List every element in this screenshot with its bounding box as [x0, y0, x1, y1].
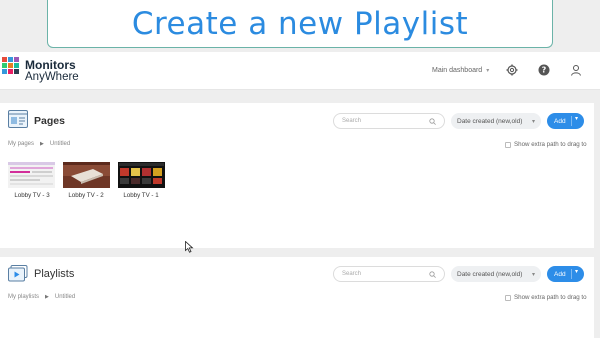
breadcrumb-arrow-icon: ▶ [45, 294, 49, 300]
page-thumbnail-lobby-tv-3[interactable] [8, 162, 55, 188]
pages-add-button[interactable]: Add ▾ [547, 113, 584, 129]
banner-title: Create a new Playlist [131, 5, 469, 42]
pages-title: Pages [34, 115, 65, 127]
page-label-lobby-tv-3: Lobby TV - 3 [14, 192, 50, 199]
page-label-lobby-tv-1: Lobby TV - 1 [123, 192, 159, 199]
playlists-sort-select[interactable]: Date created (new,old) ▾ [451, 266, 541, 282]
pages-icon [8, 110, 28, 128]
extra-path-label: Show extra path to drag to [514, 141, 587, 148]
dashboard-menu-label: Main dashboard [432, 67, 483, 74]
top-bar: Monitors AnyWhere Main dashboard ▾ ? [0, 52, 600, 90]
playlists-title: Playlists [34, 268, 75, 280]
chevron-down-icon: ▾ [531, 271, 535, 278]
svg-text:?: ? [542, 66, 547, 75]
pages-add-label: Add [554, 117, 566, 125]
dashboard-menu[interactable]: Main dashboard ▾ [432, 67, 489, 74]
breadcrumb-current[interactable]: Untitled [50, 141, 70, 147]
settings-icon[interactable] [506, 64, 518, 76]
logo-text-line1: Monitors [25, 58, 76, 72]
mouse-cursor-icon [185, 241, 194, 253]
tutorial-banner: Create a new Playlist [47, 0, 553, 48]
playlists-breadcrumb: My playlists ▶ Untitled [8, 294, 75, 300]
playlists-extra-path-toggle[interactable]: Show extra path to drag to [505, 294, 587, 301]
extra-path-checkbox[interactable] [505, 294, 511, 301]
chevron-down-icon: ▾ [486, 68, 490, 74]
chevron-down-icon: ▾ [575, 116, 579, 122]
breadcrumb-root[interactable]: My pages [8, 141, 34, 147]
search-icon [429, 270, 436, 278]
extra-path-label: Show extra path to drag to [514, 294, 587, 301]
playlists-add-label: Add [554, 270, 566, 278]
page-thumbnail-lobby-tv-2[interactable] [63, 162, 110, 188]
extra-path-checkbox[interactable] [505, 141, 511, 148]
playlist-icon [8, 265, 28, 282]
pages-search-placeholder: Search [342, 118, 362, 124]
pages-search-input[interactable]: Search [333, 113, 445, 129]
chevron-down-icon: ▾ [575, 269, 579, 275]
user-icon[interactable] [570, 64, 582, 76]
help-icon[interactable]: ? [538, 64, 550, 76]
logo-text-line2: AnyWhere [25, 71, 79, 83]
playlists-search-placeholder: Search [342, 271, 362, 277]
breadcrumb-root[interactable]: My playlists [8, 294, 39, 300]
pages-sort-select[interactable]: Date created (new,old) ▾ [451, 113, 541, 129]
app-logo-icon [2, 57, 19, 74]
playlists-sort-value: Date created (new,old) [457, 270, 523, 278]
pages-breadcrumb: My pages ▶ Untitled [8, 141, 70, 147]
breadcrumb-current[interactable]: Untitled [55, 294, 75, 300]
pages-extra-path-toggle[interactable]: Show extra path to drag to [505, 141, 587, 148]
playlists-search-input[interactable]: Search [333, 266, 445, 282]
search-icon [429, 117, 436, 125]
chevron-down-icon: ▾ [531, 118, 535, 125]
playlists-panel: Playlists Search Date created (new,old) … [0, 257, 594, 338]
pages-sort-value: Date created (new,old) [457, 117, 523, 125]
page-label-lobby-tv-2: Lobby TV - 2 [68, 192, 104, 199]
breadcrumb-arrow-icon: ▶ [40, 141, 44, 147]
playlists-add-button[interactable]: Add ▾ [547, 266, 584, 282]
page-thumbnail-lobby-tv-1[interactable] [118, 162, 165, 188]
